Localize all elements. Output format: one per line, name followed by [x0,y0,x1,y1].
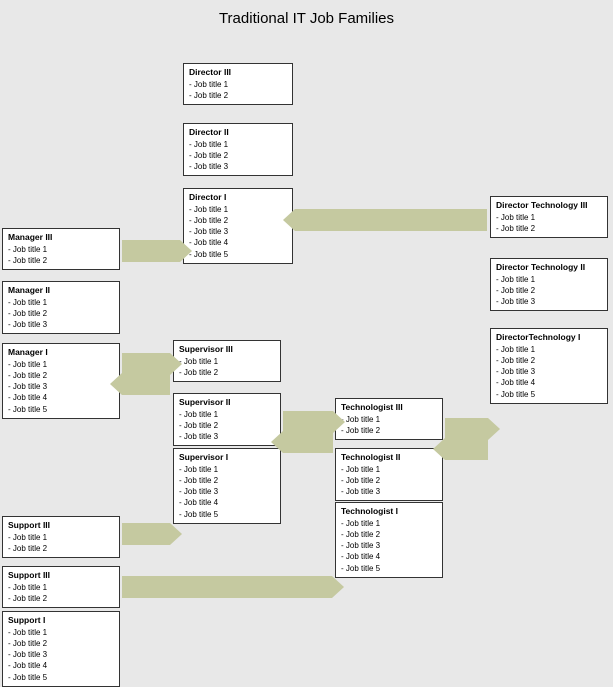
arrow-manager-iii-to-director-i [122,240,180,262]
box-supervisor-iii: Supervisor III - Job title 1 - Job title… [173,340,281,382]
arrow-director-i-to-tech [295,209,487,231]
page-title: Traditional IT Job Families [0,0,613,33]
box-technologist-iii: Technologist III - Job title 1 - Job tit… [335,398,443,440]
arrow-support-iii-to-supervisor [122,523,170,545]
box-support-i: Support I - Job title 1 - Job title 2 - … [2,611,120,687]
arrow-dir-tech-to-technologist [445,438,488,460]
box-director-iii: Director III - Job title 1 - Job title 2 [183,63,293,105]
box-technologist-ii: Technologist II - Job title 1 - Job titl… [335,448,443,501]
diagram: Director III - Job title 1 - Job title 2… [0,33,613,653]
box-director-tech-iii: Director Technology III - Job title 1 - … [490,196,608,238]
box-supervisor-ii: Supervisor II - Job title 1 - Job title … [173,393,281,446]
box-supervisor-i: Supervisor I - Job title 1 - Job title 2… [173,448,281,524]
arrow-supervisor-ii-to-technologist [283,411,333,433]
arrow-support-ii-to-technologist [122,576,332,598]
box-manager-iii: Manager III - Job title 1 - Job title 2 [2,228,120,270]
box-manager-i: Manager I - Job title 1 - Job title 2 - … [2,343,120,419]
arrow-technologist-ii-to-dir-tech [445,418,488,440]
box-technologist-i: Technologist I - Job title 1 - Job title… [335,502,443,578]
box-director-ii: Director II - Job title 1 - Job title 2 … [183,123,293,176]
box-manager-ii: Manager II - Job title 1 - Job title 2 -… [2,281,120,334]
box-support-iii: Support III - Job title 1 - Job title 2 [2,516,120,558]
arrow-manager-i-to-supervisor [122,353,170,375]
arrow-technologist-to-supervisor [283,431,333,453]
box-director-i: Director I - Job title 1 - Job title 2 -… [183,188,293,264]
box-director-tech-i: DirectorTechnology I - Job title 1 - Job… [490,328,608,404]
box-support-ii: Support III - Job title 1 - Job title 2 [2,566,120,608]
arrow-supervisor-i-to-manager-i [122,373,170,395]
box-director-tech-ii: Director Technology II - Job title 1 - J… [490,258,608,311]
